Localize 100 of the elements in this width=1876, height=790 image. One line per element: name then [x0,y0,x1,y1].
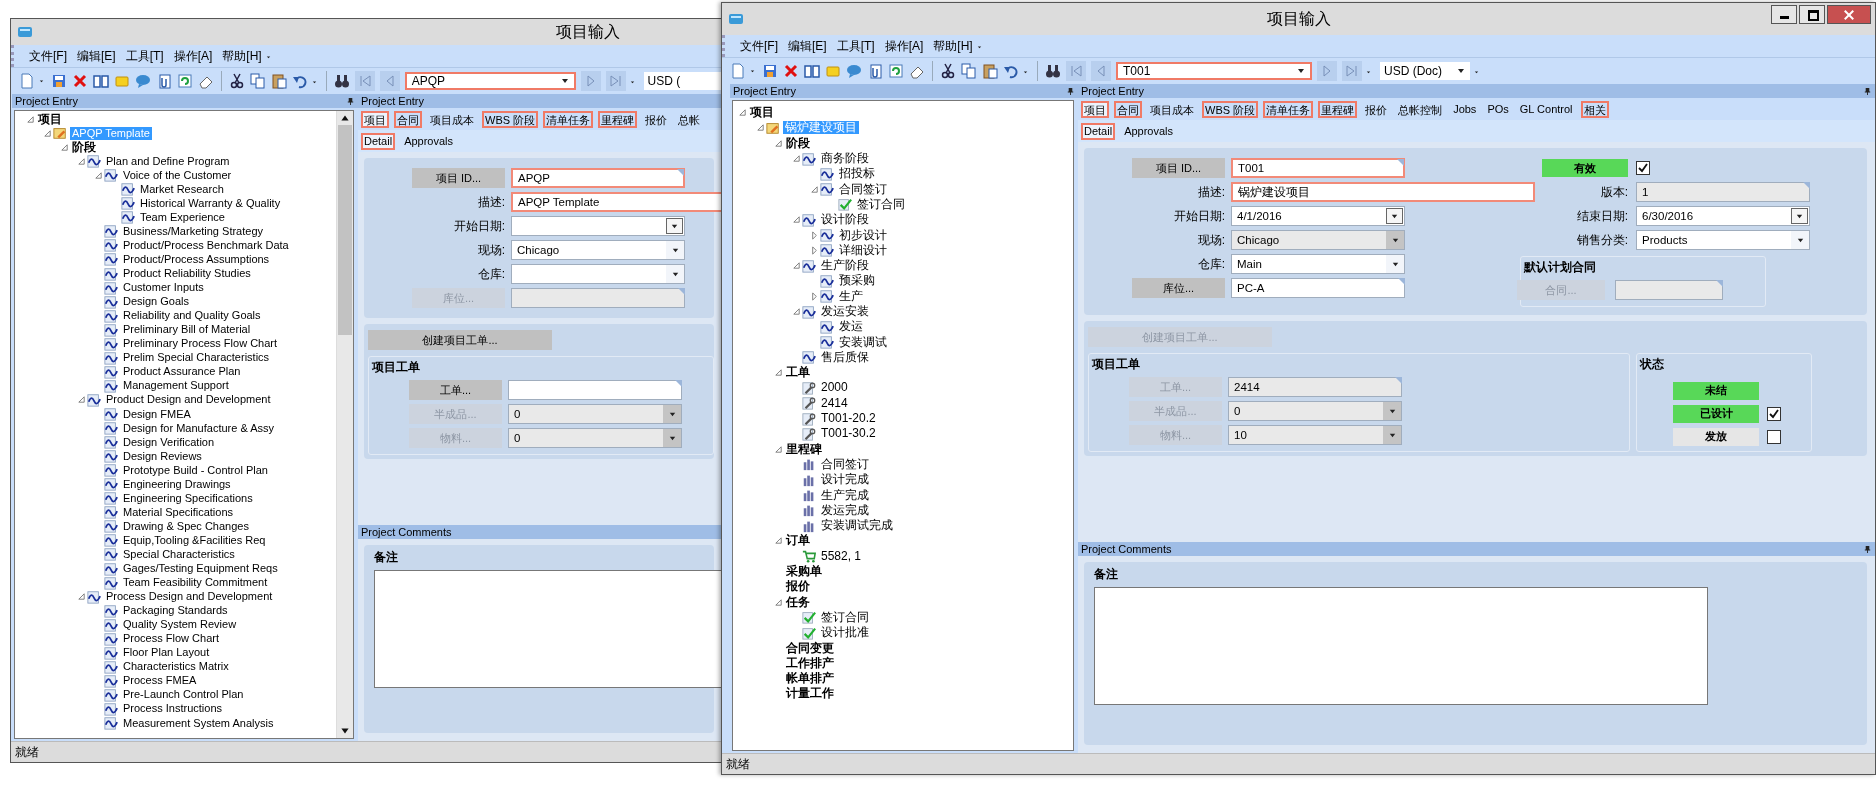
tree-item[interactable]: 合同签订 [819,457,871,471]
tree-item[interactable]: Product Assurance Plan [121,365,243,379]
tree-item[interactable]: 生产完成 [819,488,871,502]
tab[interactable]: Detail [1081,122,1116,140]
expander-icon[interactable] [77,592,86,602]
pin-icon[interactable] [346,96,355,106]
tree-item[interactable]: 2000 [819,381,850,395]
menu-item[interactable]: 工具[T] [831,37,880,55]
tree-item[interactable]: 合同变更 [784,641,836,655]
tab[interactable]: Approvals [1121,122,1177,140]
tree-item[interactable]: 计量工作 [784,687,836,701]
tree-item[interactable]: 工作排产 [784,656,836,670]
tree-item[interactable]: 签订合同 [855,197,907,211]
expander-icon[interactable] [77,395,86,405]
expander-icon[interactable] [43,128,52,138]
menu-item[interactable]: 工具[T] [120,47,169,65]
date-field[interactable]: 4/1/2016 [1231,206,1405,226]
record-dropdown[interactable]: T001 [1116,62,1312,80]
tree-item[interactable]: Process FMEA [121,674,199,688]
paste-icon[interactable] [982,63,998,79]
expander-icon[interactable] [60,142,69,152]
status-button[interactable]: 发放 [1673,427,1759,446]
copy-icon[interactable] [249,73,266,89]
menu-item[interactable]: 编辑[E] [783,37,832,55]
tree-item[interactable]: Product/Process Assumptions [121,253,272,266]
tree-item[interactable]: Pre-Launch Control Plan [121,688,246,702]
expander-icon[interactable] [792,261,801,271]
expander-icon[interactable] [774,536,783,546]
checkbox[interactable] [1767,429,1781,444]
expander-icon[interactable] [77,156,86,166]
maximize-button[interactable] [1799,5,1825,24]
expander-icon[interactable] [774,138,783,148]
tab[interactable]: 相关 [1580,100,1609,118]
tree-item[interactable]: 设计完成 [819,473,871,487]
pin-icon[interactable] [1863,86,1872,96]
tree-item[interactable]: 商务阶段 [819,152,871,166]
tree-item[interactable]: 合同签订 [837,182,889,196]
copy-icon[interactable] [961,63,977,79]
tab[interactable]: 项目 [1081,100,1109,118]
expander-icon[interactable] [810,230,819,240]
tree-item[interactable]: 发运安装 [819,305,871,318]
new-document-icon[interactable] [730,63,746,79]
tree-item[interactable]: Product Design and Development [104,393,273,407]
tree-item[interactable]: 签订合同 [819,610,871,624]
tree-item[interactable]: 初步设计 [837,228,889,242]
tree-item[interactable]: Engineering Specifications [121,491,255,505]
tree-item[interactable]: 安装调试 [837,335,889,349]
tree-item[interactable]: Business/Marketing Strategy [121,224,265,238]
tree-item[interactable]: Customer Inputs [121,281,206,295]
checkbox[interactable] [1767,406,1781,421]
text-field[interactable] [508,380,682,400]
expander-icon[interactable] [738,108,747,118]
tab[interactable]: 总帐 [675,110,704,128]
tree-item[interactable]: Preliminary Process Flow Chart [121,337,280,351]
delete-icon[interactable] [783,63,799,79]
close-button[interactable] [1827,5,1871,24]
tree-item[interactable]: 发运 [837,320,865,334]
tree-item[interactable]: Design Verification [121,435,217,449]
tree-item[interactable]: 售后质保 [819,350,871,364]
menu-item[interactable]: 编辑[E] [72,47,121,65]
currency-dropdown[interactable]: USD (Doc) [1380,62,1470,80]
tree-item[interactable]: Design for Manufacture & Assy [121,421,276,435]
undo-icon[interactable] [1003,63,1019,79]
tab[interactable]: Jobs [1450,100,1480,118]
tree-item[interactable]: Voice of the Customer [121,168,234,182]
tab[interactable]: 项目成本 [1147,100,1197,118]
tab[interactable]: 里程碑 [1318,100,1358,118]
tree-item[interactable]: 发运完成 [819,503,871,517]
speech-bubble-icon[interactable] [135,73,151,89]
status-button[interactable]: 未结 [1673,381,1759,400]
expander-icon[interactable] [756,123,765,133]
tab[interactable]: 合同 [394,110,422,128]
tab[interactable]: Detail [361,132,396,150]
tree-item[interactable]: T001-30.2 [819,427,878,441]
tree-item[interactable]: Team Feasibility Commitment [121,576,270,590]
lookup-button[interactable]: 工单... [409,380,502,400]
tree-item[interactable]: 安装调试完成 [819,519,895,533]
pin-icon[interactable] [1066,86,1075,96]
tree-item[interactable]: 工单 [784,366,812,380]
record-dropdown[interactable]: APQP [404,72,576,90]
text-field[interactable]: T001 [1231,158,1405,178]
create-button[interactable]: 创建项目工单... [368,330,552,350]
tree-item[interactable]: T001-20.2 [819,412,878,426]
tree-item[interactable]: Equip,Tooling &Facilities Req [121,533,268,547]
tree-item[interactable]: Preliminary Bill of Material [121,323,253,337]
book-icon[interactable] [93,73,109,89]
tree-item[interactable]: Process Instructions [121,702,225,716]
undo-icon[interactable] [291,73,308,89]
tree-item[interactable]: 5582, 1 [819,549,864,563]
menu-item[interactable]: 操作[A] [168,47,218,65]
expander-icon[interactable] [26,114,35,124]
expander-icon[interactable] [792,307,801,316]
tree-item[interactable]: Gages/Testing Equipment Reqs [121,562,280,575]
minimize-button[interactable] [1771,5,1797,24]
pin-icon[interactable] [1863,544,1872,554]
lookup-button[interactable]: 项目 ID... [412,168,505,188]
expander-icon[interactable] [94,170,103,180]
binoculars-icon[interactable] [1045,63,1061,79]
tree-item[interactable]: 订单 [784,534,812,548]
dropdown-field[interactable]: Main [1231,254,1405,274]
